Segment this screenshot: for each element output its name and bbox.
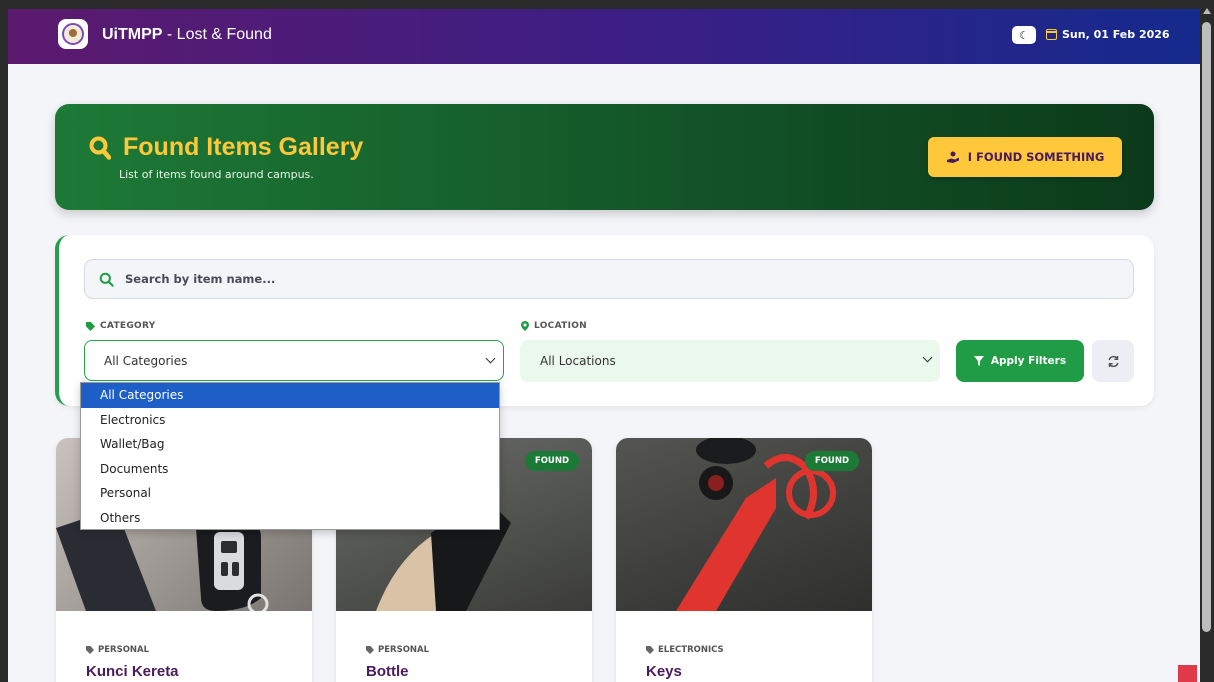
category-dropdown-list: All Categories Electronics Wallet/Bag Do… [80,382,500,530]
location-label-text: LOCATION [534,321,588,331]
category-option[interactable]: Personal [81,481,499,506]
map-pin-icon [521,321,529,331]
floating-corner-widget[interactable] [1178,665,1197,682]
current-date: Sun, 01 Feb 2026 [1046,28,1170,41]
cta-label: I FOUND SOMETHING [967,150,1105,164]
item-title[interactable]: Kunci Kereta [86,663,179,680]
category-select-value: All Categories [104,353,188,368]
location-select-value: All Locations [540,354,616,368]
item-category-text: PERSONAL [98,645,150,655]
hand-holding-icon [946,151,959,163]
i-found-something-button[interactable]: I FOUND SOMETHING [928,137,1122,177]
category-option[interactable]: Wallet/Bag [81,432,499,457]
filter-panel: Search by item name... CATEGORY All Cate… [55,235,1154,406]
category-label-text: CATEGORY [100,321,156,331]
item-title[interactable]: Bottle [366,663,409,680]
date-text: Sun, 01 Feb 2026 [1062,28,1170,41]
category-option[interactable]: Others [81,506,499,531]
apply-filters-button[interactable]: Apply Filters [956,340,1084,382]
category-select[interactable]: All Categories [84,340,504,381]
chevron-down-icon [922,352,933,363]
page: UiTMPP - Lost & Found ☾ Sun, 01 Feb 2026… [8,9,1200,682]
item-category: ELECTRONICS [646,645,724,655]
top-navbar: UiTMPP - Lost & Found ☾ Sun, 01 Feb 2026 [8,9,1200,64]
reset-filters-button[interactable] [1092,340,1134,382]
category-option[interactable]: Documents [81,457,499,482]
search-icon [99,272,114,287]
tag-icon [646,646,654,654]
moon-icon: ☾ [1019,28,1029,42]
apply-filters-label: Apply Filters [990,355,1067,367]
item-category-text: PERSONAL [378,645,430,655]
found-badge: FOUND [524,451,579,471]
found-badge: FOUND [804,451,859,471]
item-card[interactable]: FOUND ELECTRONICS Keys [616,438,872,682]
hero-title-text: Found Items Gallery [123,133,364,161]
page-title: Found Items Gallery [89,133,363,162]
chevron-down-icon [485,353,496,364]
search-input[interactable]: Search by item name... [84,259,1134,299]
tag-icon [86,646,94,654]
refresh-icon [1107,355,1119,367]
brand-title[interactable]: UiTMPP - Lost & Found [102,26,272,44]
category-option[interactable]: All Categories [81,383,499,408]
location-label: LOCATION [521,321,587,331]
search-icon [89,136,111,160]
item-category-text: ELECTRONICS [658,645,724,655]
logo[interactable] [58,19,88,49]
brand-strong: UiTMPP [102,26,163,43]
category-option[interactable]: Electronics [81,408,499,433]
search-placeholder: Search by item name... [125,272,276,286]
scroll-up-arrow-icon[interactable] [1203,8,1211,14]
tag-icon [86,321,95,331]
item-title[interactable]: Keys [646,663,682,680]
filter-icon [973,356,984,366]
brand-rest: - Lost & Found [162,26,272,43]
location-select[interactable]: All Locations [520,340,940,382]
tag-icon [366,646,374,654]
theme-toggle-button[interactable]: ☾ [1012,26,1036,44]
logo-emblem-icon [62,23,84,45]
hero-banner: Found Items Gallery List of items found … [55,104,1154,210]
item-category: PERSONAL [86,645,149,655]
category-label: CATEGORY [86,321,156,331]
calendar-icon [1046,29,1057,40]
scrollbar-thumb[interactable] [1202,22,1211,632]
item-category: PERSONAL [366,645,429,655]
hero-subtitle: List of items found around campus. [119,168,314,181]
